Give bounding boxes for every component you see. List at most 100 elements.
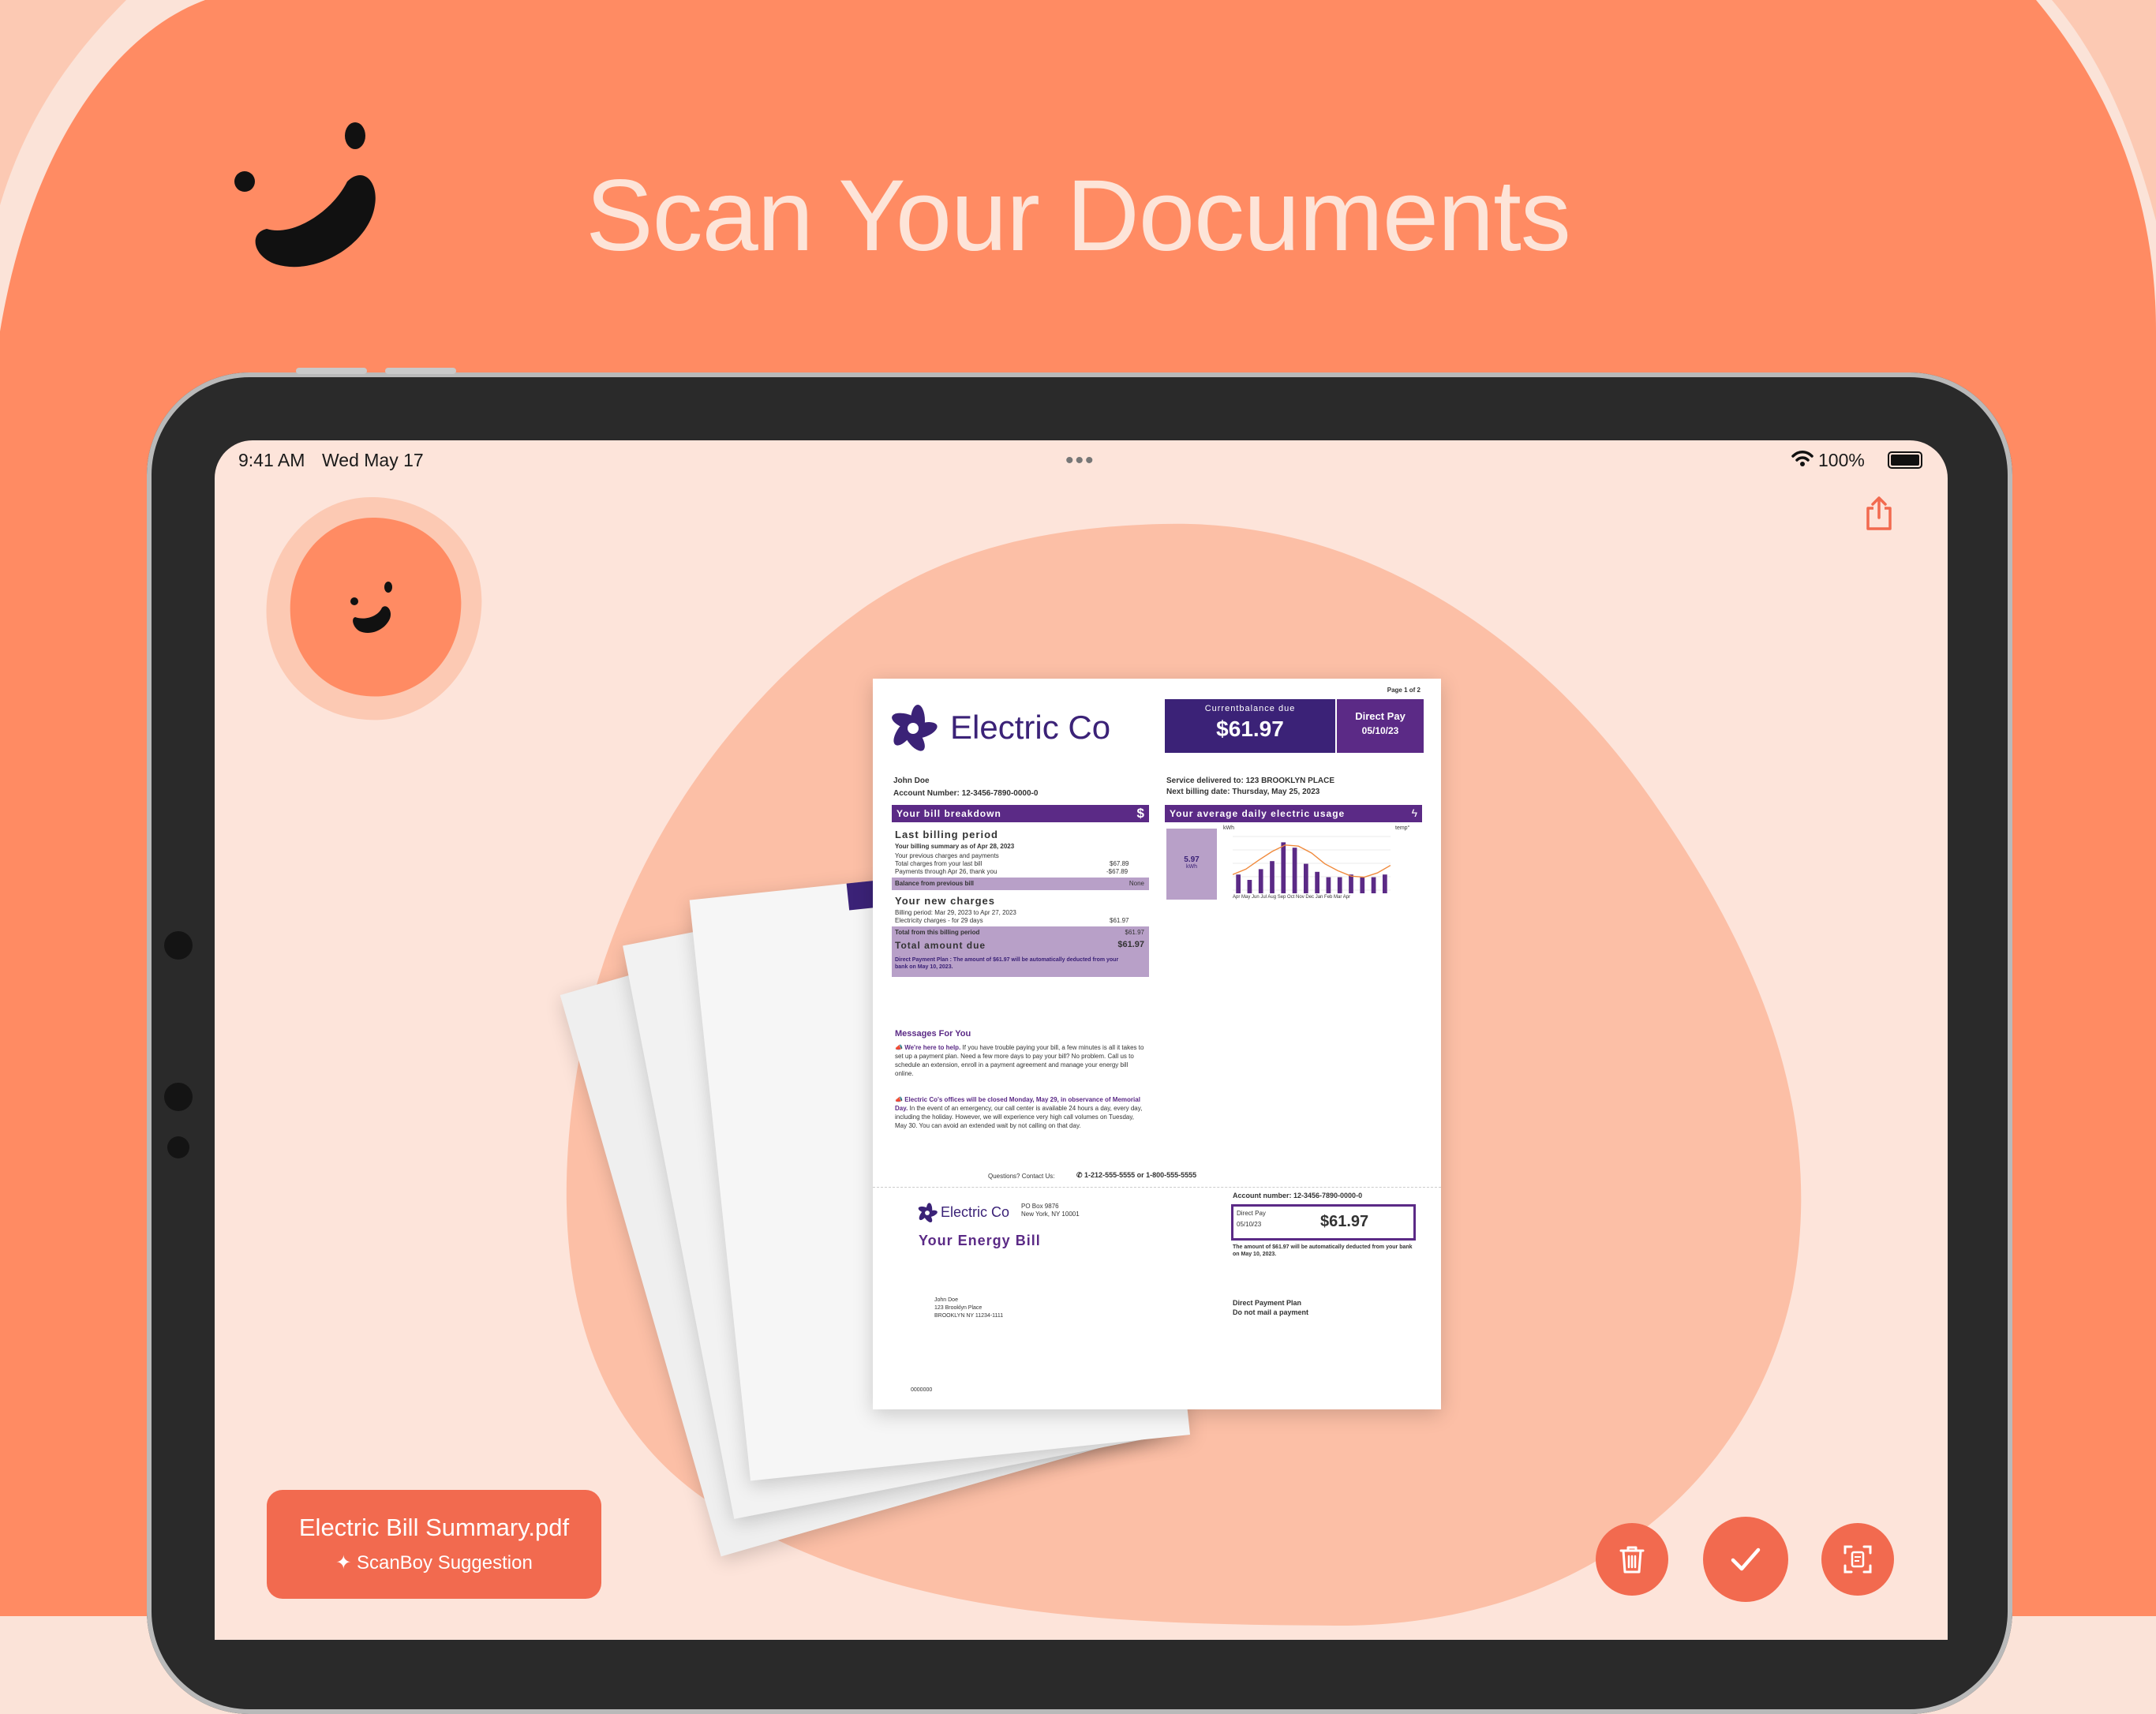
- message2-body: In the event of an emergency, our call c…: [895, 1105, 1143, 1129]
- total-due-value: $61.97: [1117, 940, 1144, 949]
- usage-header: Your average daily electric usage ϟ: [1165, 805, 1422, 822]
- stub-customer: John Doe: [934, 1297, 958, 1303]
- filename-suggestion-card[interactable]: Electric Bill Summary.pdf ✦ ScanBoy Sugg…: [267, 1490, 601, 1599]
- sparkle-icon: ✦: [335, 1552, 357, 1574]
- stub-account: Account number: 12-3456-7890-0000-0: [1233, 1192, 1363, 1199]
- phone-icon: ✆: [1076, 1171, 1085, 1179]
- confirm-button[interactable]: [1703, 1517, 1788, 1602]
- stub-street: 123 Brooklyn Place: [934, 1305, 983, 1311]
- prev-charges: Your previous charges and payments: [895, 852, 999, 859]
- stub-title: Your Energy Bill: [919, 1233, 1041, 1248]
- messages-title: Messages For You: [895, 1029, 971, 1039]
- trash-icon: [1619, 1546, 1645, 1574]
- usage-bar: [1371, 877, 1376, 893]
- camera-dot: [164, 1083, 193, 1111]
- multitask-dots[interactable]: •••: [1065, 449, 1095, 473]
- checkmark-icon: [1731, 1547, 1761, 1571]
- payments-value: -$67.89: [1106, 868, 1129, 875]
- usage-bar: [1292, 848, 1297, 893]
- billing-period-line: Billing period: Mar 29, 2023 to Apr 27, …: [895, 909, 1016, 916]
- message-2: 📣 Electric Co's offices will be closed M…: [895, 1095, 1147, 1130]
- battery-percent: 100%: [1818, 450, 1865, 470]
- next-billing: Next billing date: Thursday, May 25, 202…: [1166, 788, 1320, 796]
- dollar-icon: $: [1136, 806, 1144, 821]
- scan-document-button[interactable]: [1821, 1523, 1894, 1596]
- stub-logo-text: Electric Co: [941, 1204, 1010, 1220]
- usage-chart: [1233, 836, 1391, 893]
- balance-prev-value: None: [1129, 880, 1144, 887]
- tear-line: [873, 1187, 1441, 1188]
- lightning-icon: ϟ: [1411, 806, 1417, 819]
- battery-icon: [1888, 451, 1922, 469]
- stub-date: 05/10/23: [1237, 1221, 1262, 1228]
- stub-code: 0000000: [911, 1387, 933, 1393]
- wifi-icon: [1791, 451, 1814, 466]
- payments-label: Payments through Apr 26, thank you: [895, 868, 998, 875]
- account-number: Account Number: 12-3456-7890-0000-0: [893, 789, 1039, 798]
- balance-prev-row: Balance from previous bill None: [892, 878, 1149, 890]
- total-period-label: Total from this billing period: [895, 929, 980, 936]
- megaphone-icon: 📣: [895, 1044, 905, 1051]
- camera-dot: [164, 931, 193, 960]
- usage-bar: [1236, 874, 1241, 893]
- electricity-label: Electricity charges - for 29 days: [895, 917, 983, 924]
- document-page-front[interactable]: Page 1 of 2 Electric Co Currentbalance d…: [873, 679, 1441, 1409]
- bill-breakdown-header: Your bill breakdown $: [892, 805, 1149, 822]
- usage-bar: [1326, 877, 1331, 893]
- stub-city: BROOKLYN NY 11234-1111: [934, 1313, 1004, 1319]
- stub-logo-icon: [918, 1203, 938, 1223]
- total-due-label: Total amount due: [895, 940, 986, 951]
- tablet-screen: 9:41 AM Wed May 17 ••• 100% Page 1 of 2: [215, 440, 1948, 1640]
- balance-label: Currentbalance due: [1204, 704, 1296, 713]
- stub-address-1: PO Box 9876: [1021, 1203, 1059, 1210]
- summary-line: Your billing summary as of Apr 28, 2023: [895, 843, 1015, 850]
- stub-plan-1: Direct Payment Plan: [1233, 1299, 1302, 1307]
- bill-breakdown-title: Your bill breakdown: [896, 808, 1001, 819]
- direct-plan-note: Direct Payment Plan : The amount of $61.…: [895, 957, 1119, 970]
- suggestion-subtitle: ScanBoy Suggestion: [356, 1552, 533, 1574]
- stub-amount: $61.97: [1320, 1213, 1369, 1230]
- share-icon[interactable]: [1864, 496, 1894, 532]
- headline: Scan Your Documents: [586, 159, 1571, 272]
- stub-pay-box: Direct Pay 05/10/23 $61.97: [1231, 1204, 1416, 1241]
- usage-bar: [1270, 861, 1275, 893]
- delete-button[interactable]: [1596, 1523, 1668, 1596]
- usage-bar: [1360, 877, 1365, 893]
- page-label: Page 1 of 2: [1387, 687, 1420, 694]
- balance-prev-label: Balance from previous bill: [895, 880, 975, 887]
- usage-bar: [1247, 880, 1252, 893]
- new-charges-title: Your new charges: [895, 895, 996, 907]
- customer-name: John Doe: [893, 777, 930, 785]
- side-button: [385, 368, 456, 374]
- balance-amount: $61.97: [1216, 717, 1284, 741]
- usage-axis-right: temp°: [1395, 825, 1410, 831]
- usage-bar: [1281, 842, 1286, 893]
- electric-co-logo-icon: [892, 705, 938, 751]
- side-button: [296, 368, 367, 374]
- message1-head: We're here to help.: [904, 1044, 961, 1051]
- phone-line: ✆ 1-212-555-5555 or 1-800-555-5555: [1076, 1171, 1196, 1180]
- direct-pay-box: Direct Pay 05/10/23: [1337, 699, 1424, 753]
- usage-bar: [1337, 877, 1342, 893]
- scan-document-icon: [1843, 1545, 1872, 1574]
- status-date: Wed May 17: [322, 450, 424, 470]
- last-period-title: Last billing period: [895, 829, 998, 840]
- usage-unit: kWh: [1186, 864, 1197, 870]
- electric-co-title: Electric Co: [950, 709, 1111, 746]
- status-time: 9:41 AM: [238, 450, 305, 470]
- usage-bar: [1349, 874, 1353, 893]
- usage-bar: [1315, 871, 1319, 893]
- usage-title: Your average daily electric usage: [1170, 808, 1346, 819]
- usage-value: 5.97: [1184, 855, 1200, 864]
- stub-note: The amount of $61.97 will be automatical…: [1233, 1244, 1413, 1257]
- megaphone-icon: 📣: [895, 1096, 905, 1103]
- usage-bar: [1383, 874, 1387, 893]
- questions-line: Questions? Contact Us:: [988, 1173, 1055, 1180]
- direct-pay-label: Direct Pay: [1355, 710, 1406, 722]
- electricity-value: $61.97: [1110, 917, 1129, 924]
- service-address: Service delivered to: 123 BROOKLYN PLACE: [1166, 777, 1335, 785]
- mascot-avatar: [266, 496, 482, 720]
- total-period-value: $61.97: [1125, 929, 1144, 936]
- total-charges-label: Total charges from your last bill: [895, 860, 983, 867]
- usage-axis-left: kWh: [1223, 825, 1234, 831]
